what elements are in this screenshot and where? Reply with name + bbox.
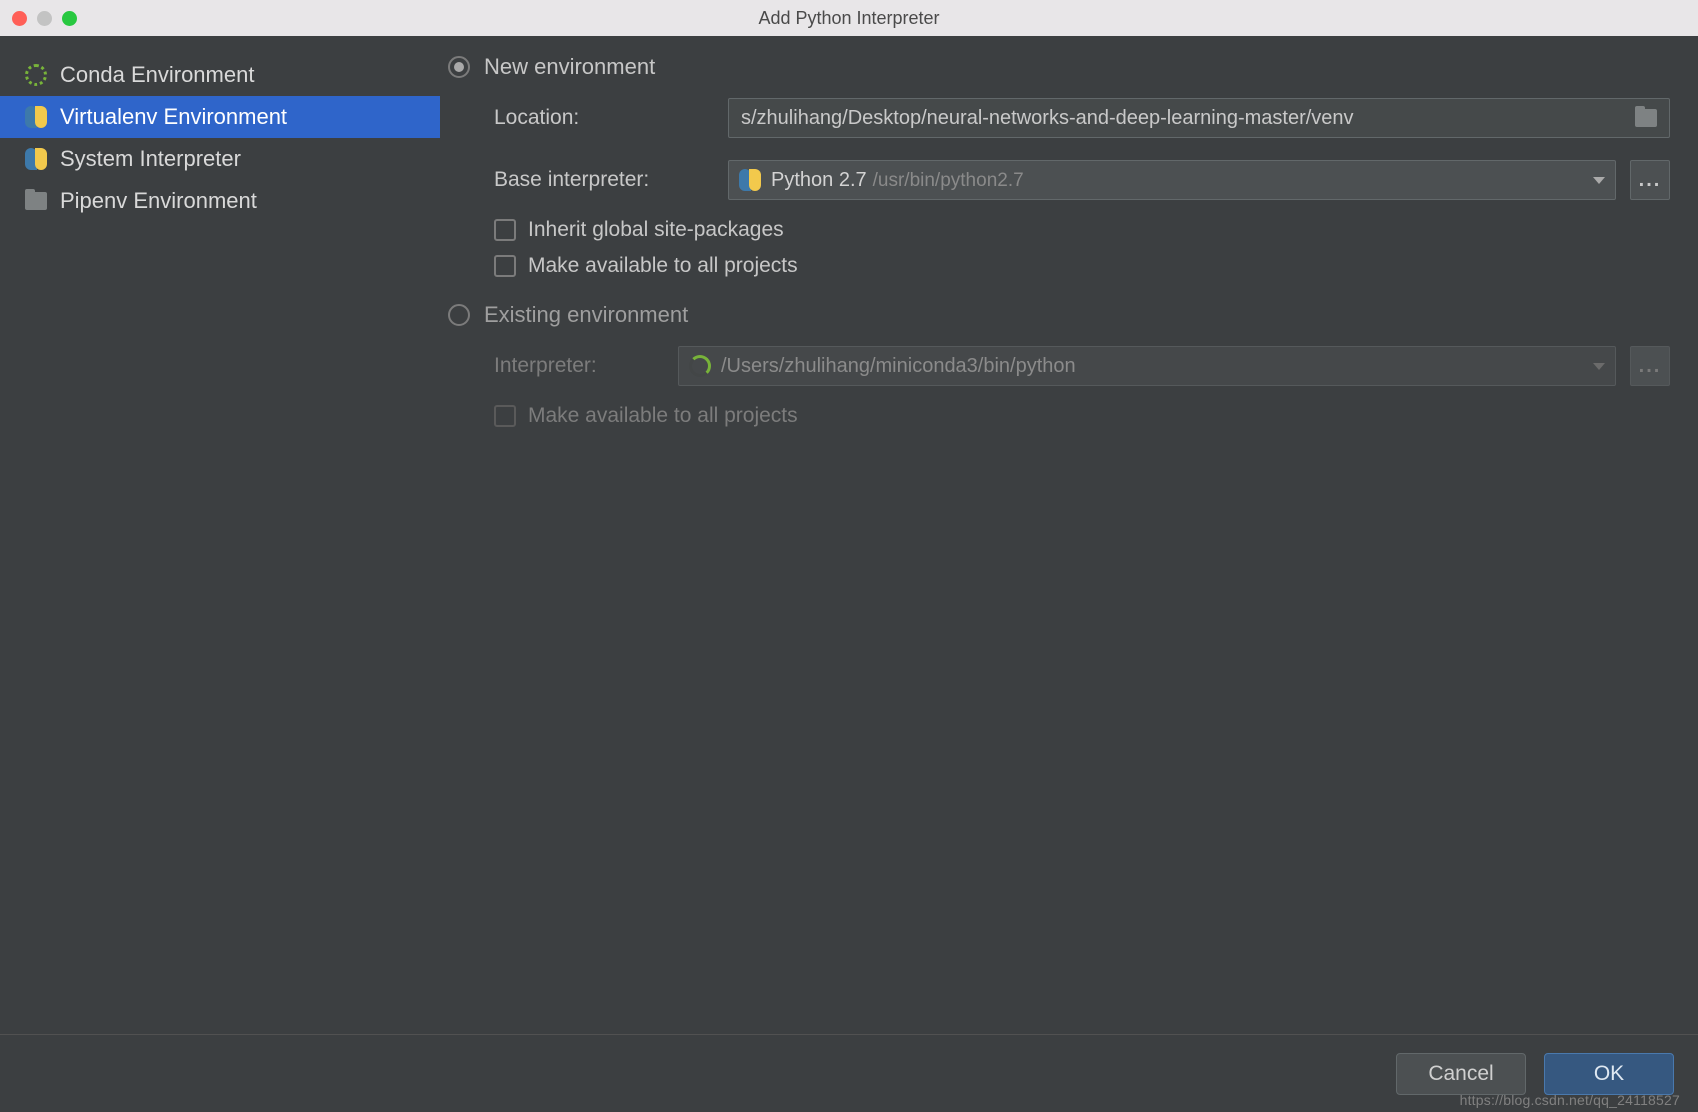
cancel-label: Cancel [1428,1062,1493,1086]
radio-icon [448,304,470,326]
folder-icon [24,189,48,213]
make-available-existing-label: Make available to all projects [528,404,798,428]
existing-environment-form: Interpreter: /Users/zhulihang/miniconda3… [494,346,1670,386]
inherit-global-label: Inherit global site-packages [528,218,784,242]
checkbox-icon [494,219,516,241]
interpreter-label: Interpreter: [494,354,664,378]
base-interpreter-value: Python 2.7/usr/bin/python2.7 [771,169,1583,192]
location-label: Location: [494,106,714,130]
checkbox-icon [494,255,516,277]
base-interpreter-more-button[interactable]: ... [1630,160,1670,200]
dialog-body: Conda Environment Virtualenv Environment… [0,36,1698,1034]
location-input[interactable]: s/zhulihang/Desktop/neural-networks-and-… [728,98,1670,138]
ok-label: OK [1594,1062,1624,1086]
browse-folder-icon[interactable] [1635,109,1657,127]
sidebar-item-label: Pipenv Environment [60,188,257,214]
python-icon [24,147,48,171]
close-window-button[interactable] [12,11,27,26]
ok-button[interactable]: OK [1544,1053,1674,1095]
chevron-down-icon [1593,363,1605,370]
make-available-checkbox[interactable]: Make available to all projects [494,254,1670,278]
make-available-existing-checkbox: Make available to all projects [494,404,1670,428]
interpreter-type-sidebar: Conda Environment Virtualenv Environment… [0,36,440,1034]
window-controls [12,11,77,26]
sidebar-item-pipenv[interactable]: Pipenv Environment [0,180,440,222]
titlebar: Add Python Interpreter [0,0,1698,36]
ellipsis-icon: ... [1639,169,1662,192]
existing-environment-label: Existing environment [484,302,688,328]
base-interpreter-combo[interactable]: Python 2.7/usr/bin/python2.7 [728,160,1616,200]
chevron-down-icon [1593,177,1605,184]
existing-interpreter-more-button: ... [1630,346,1670,386]
interpreter-settings-pane: New environment Location: s/zhulihang/De… [440,36,1698,1034]
sidebar-item-label: Virtualenv Environment [60,104,287,130]
sidebar-item-virtualenv[interactable]: Virtualenv Environment [0,96,440,138]
watermark-text: https://blog.csdn.net/qq_24118527 [1460,1092,1680,1108]
ellipsis-icon: ... [1639,355,1662,378]
base-interpreter-label: Base interpreter: [494,168,714,192]
existing-interpreter-combo: /Users/zhulihang/miniconda3/bin/python [678,346,1616,386]
python-icon [739,169,761,191]
location-value: s/zhulihang/Desktop/neural-networks-and-… [741,107,1625,130]
radio-icon [448,56,470,78]
sidebar-item-system[interactable]: System Interpreter [0,138,440,180]
sidebar-item-label: System Interpreter [60,146,241,172]
inherit-global-checkbox[interactable]: Inherit global site-packages [494,218,1670,242]
new-environment-radio-row[interactable]: New environment [448,54,1670,80]
make-available-label: Make available to all projects [528,254,798,278]
dialog-footer: Cancel OK https://blog.csdn.net/qq_24118… [0,1034,1698,1112]
checkbox-icon [494,405,516,427]
conda-icon [24,63,48,87]
new-environment-label: New environment [484,54,655,80]
new-environment-form: Location: s/zhulihang/Desktop/neural-net… [494,98,1670,200]
cancel-button[interactable]: Cancel [1396,1053,1526,1095]
python-icon [24,105,48,129]
existing-interpreter-value: /Users/zhulihang/miniconda3/bin/python [721,355,1583,378]
existing-environment-radio-row[interactable]: Existing environment [448,302,1670,328]
sidebar-item-label: Conda Environment [60,62,254,88]
zoom-window-button[interactable] [62,11,77,26]
window-title: Add Python Interpreter [0,8,1698,29]
loading-icon [689,355,711,377]
sidebar-item-conda[interactable]: Conda Environment [0,54,440,96]
minimize-window-button[interactable] [37,11,52,26]
